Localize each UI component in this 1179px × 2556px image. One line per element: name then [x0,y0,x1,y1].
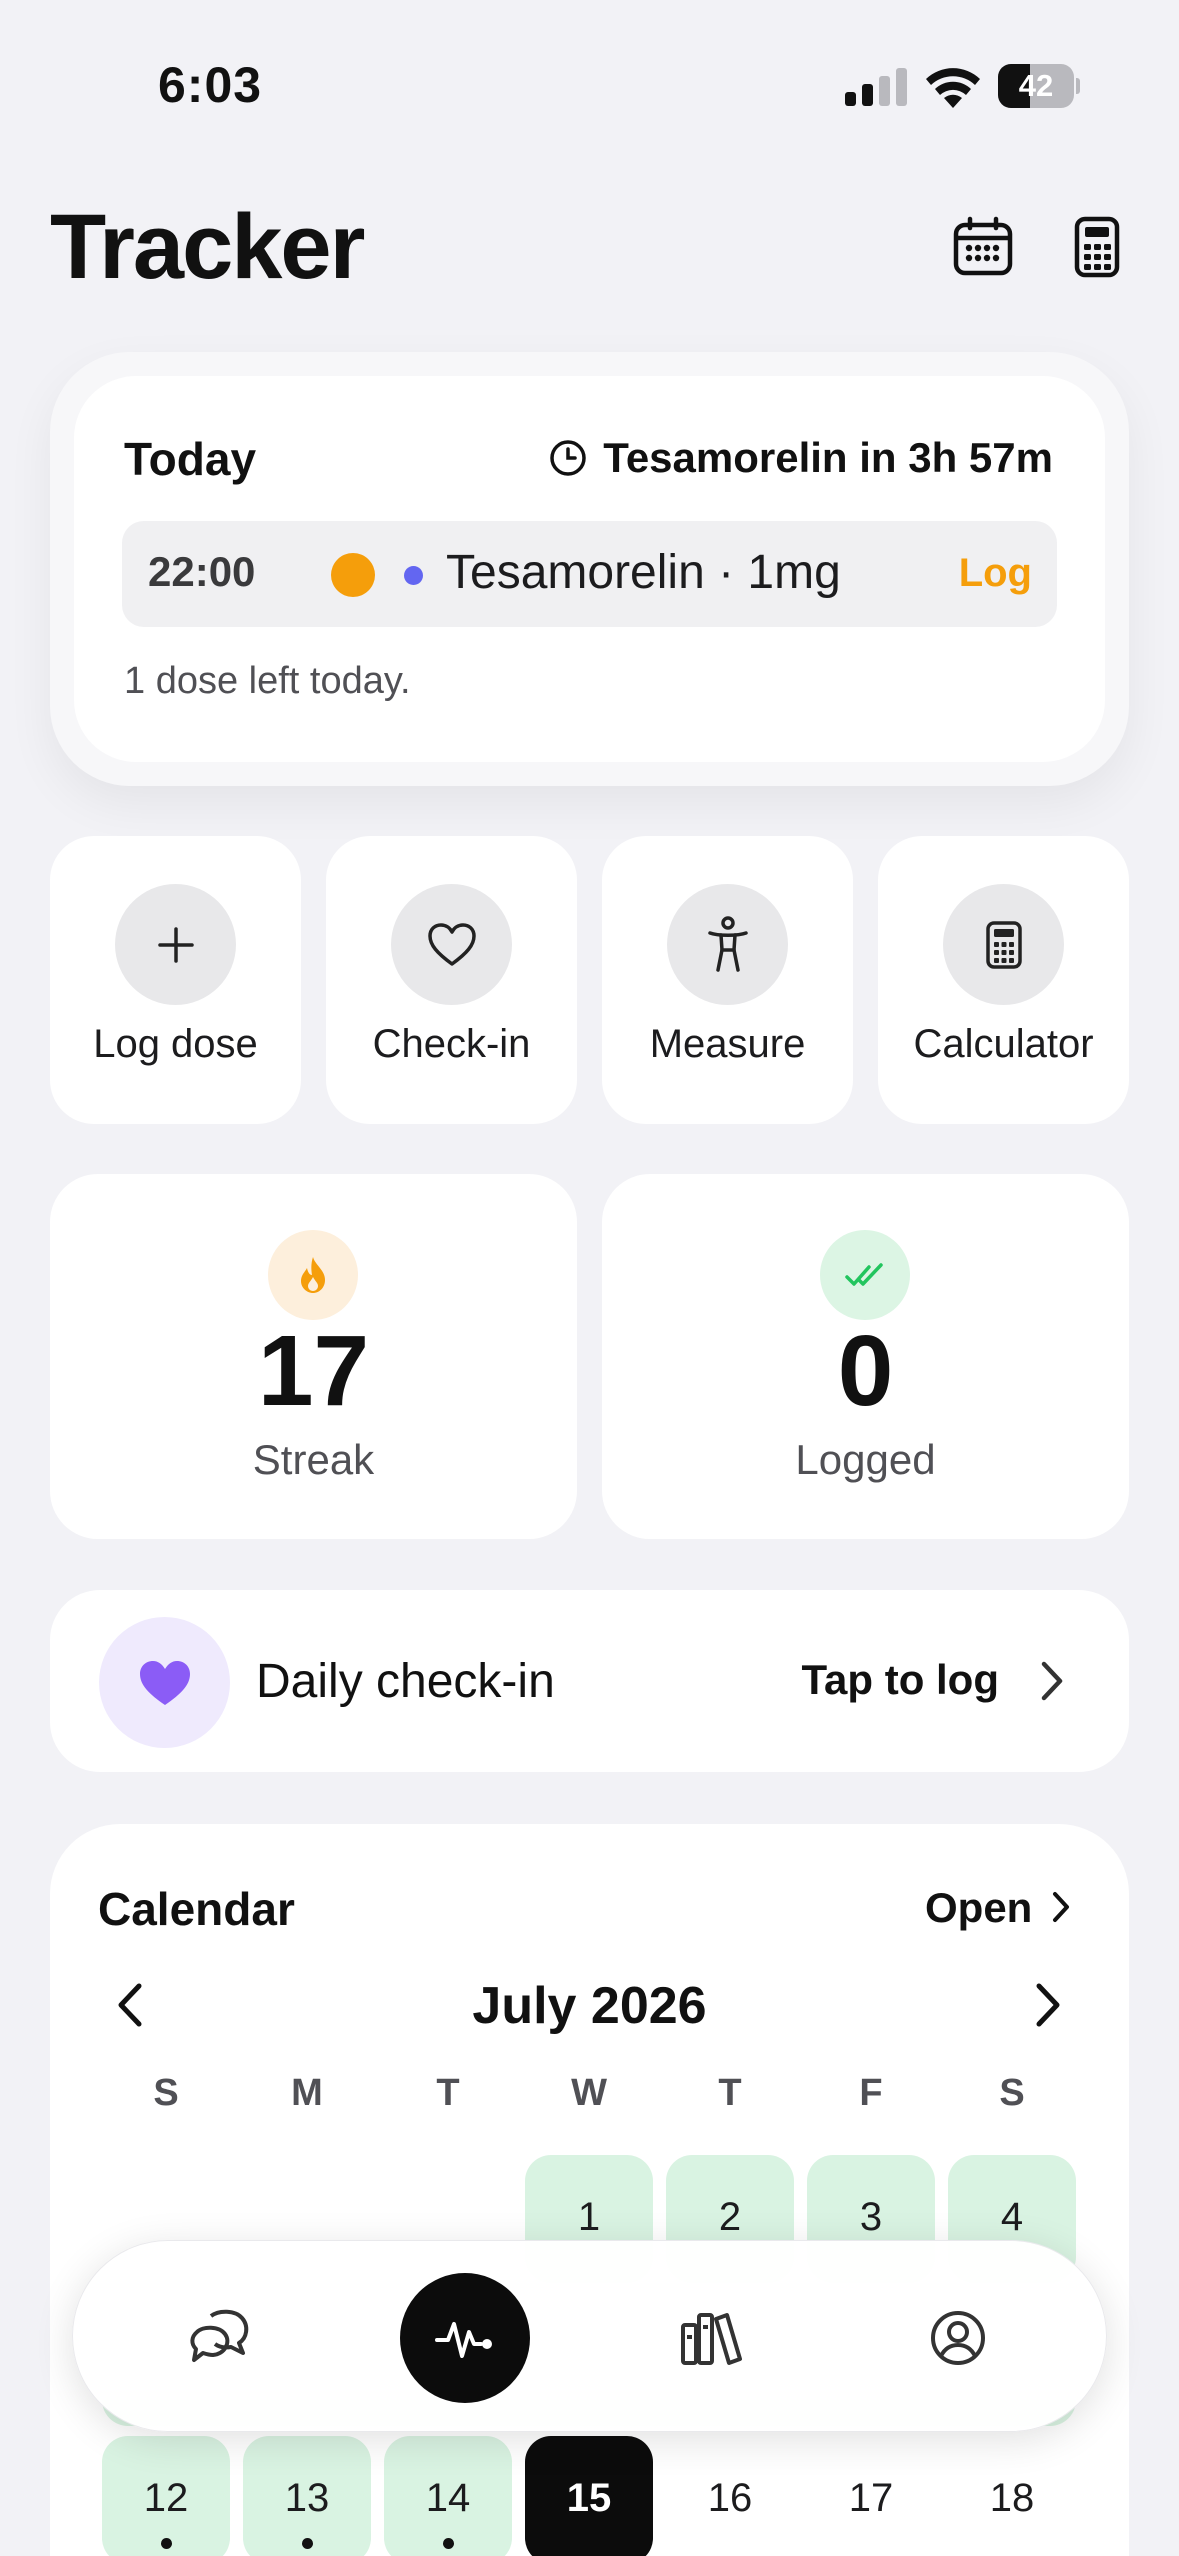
check-in-label: Check-in [372,1022,531,1066]
day-number: 14 [425,2476,471,2520]
calendar-month: July 2026 [472,1977,707,2035]
calendar-day-today[interactable]: 15 [525,2436,653,2556]
clock-icon [550,440,587,476]
streak-value: 17 [257,1315,370,1427]
calendar-day[interactable]: 16 [666,2436,794,2556]
dose-color-dot [331,553,375,597]
calendar-day[interactable]: 17 [807,2436,935,2556]
measure-button[interactable]: Measure [602,836,853,1124]
dose-dot [443,2538,454,2549]
tap-to-log-label: Tap to log [801,1656,999,1703]
logged-card: 0 Logged [602,1174,1129,1539]
weekday-label: T [718,2072,742,2114]
day-number: 15 [566,2476,612,2520]
day-number: 16 [707,2476,753,2520]
battery-icon: 42 [998,64,1080,108]
calendar-day[interactable]: 13 [243,2436,371,2556]
check-in-button[interactable]: Check-in [326,836,577,1124]
streak-label: Streak [252,1436,375,1483]
dose-name: Tesamorelin · 1mg [446,546,841,599]
log-dose-link[interactable]: Log [959,551,1032,596]
measure-label: Measure [649,1022,806,1066]
dose-dot [302,2538,313,2549]
flame-icon [301,1257,325,1293]
streak-card: 17 Streak [50,1174,577,1539]
calendar-day[interactable]: 12 [102,2436,230,2556]
tab-profile[interactable] [893,2273,1023,2403]
day-number: 2 [718,2195,742,2239]
logged-label: Logged [795,1436,936,1483]
status-time: 6:03 [158,57,263,113]
calendar-icon [953,216,1013,276]
next-dose-countdown: Tesamorelin in 3h 57m [549,434,1053,482]
doses-remaining-text: 1 dose left today. [124,660,411,702]
calendar-title: Calendar [98,1883,295,1935]
heart-icon [139,1660,190,1705]
daily-checkin-label: Daily check-in [256,1655,555,1708]
double-check-icon [845,1263,883,1286]
cellular-signal-icon [845,68,907,106]
plus-icon [157,926,194,963]
wifi-icon [926,68,980,108]
calculator-action-button[interactable]: Calculator [878,836,1129,1124]
tab-library[interactable] [647,2273,777,2403]
body-icon [707,915,748,972]
daily-checkin-row[interactable]: Daily check-in Tap to log [50,1590,1129,1772]
calendar-open-link[interactable]: Open [925,1884,1032,1932]
calculator-button[interactable] [1062,212,1132,282]
weekday-label: M [291,2072,323,2114]
day-number: 13 [284,2476,330,2520]
day-number: 12 [143,2476,189,2520]
day-number: 18 [989,2476,1035,2520]
profile-icon [931,2311,985,2365]
day-number: 17 [848,2476,894,2520]
log-dose-label: Log dose [93,1022,258,1066]
library-icon [681,2313,742,2365]
tab-chat[interactable] [155,2273,285,2403]
weekday-label: F [859,2072,883,2114]
calculator-icon [985,920,1022,969]
weekday-label: S [999,2072,1025,2114]
weekday-label: W [571,2072,607,2114]
tab-tracker[interactable] [400,2273,530,2403]
today-title: Today [124,433,257,485]
logged-value: 0 [837,1315,894,1427]
log-dose-button[interactable]: Log dose [50,836,301,1124]
calendar-day[interactable]: 18 [948,2436,1076,2556]
battery-percent: 42 [1018,68,1054,103]
calculator-icon [1074,216,1120,278]
day-number: 1 [577,2195,601,2239]
pulse-icon [435,2322,492,2358]
chat-bubbles-icon [190,2309,249,2362]
calendar-button[interactable] [948,212,1018,282]
heart-icon [427,922,476,966]
dose-dot [161,2538,172,2549]
chevron-right-icon [1053,1892,1069,1922]
dose-indicator-dot [404,566,423,585]
day-number: 4 [1000,2195,1024,2239]
calculator-label: Calculator [913,1022,1094,1066]
weekday-label: S [153,2072,179,2114]
day-number: 3 [859,2195,883,2239]
countdown-text: Tesamorelin in 3h 57m [603,434,1053,481]
chevron-right-icon [1041,1661,1063,1701]
dose-time: 22:00 [148,548,256,595]
next-month-button[interactable] [1030,1980,1066,2030]
page-title: Tracker [50,196,365,298]
weekday-label: T [436,2072,460,2114]
calendar-day[interactable]: 14 [384,2436,512,2556]
